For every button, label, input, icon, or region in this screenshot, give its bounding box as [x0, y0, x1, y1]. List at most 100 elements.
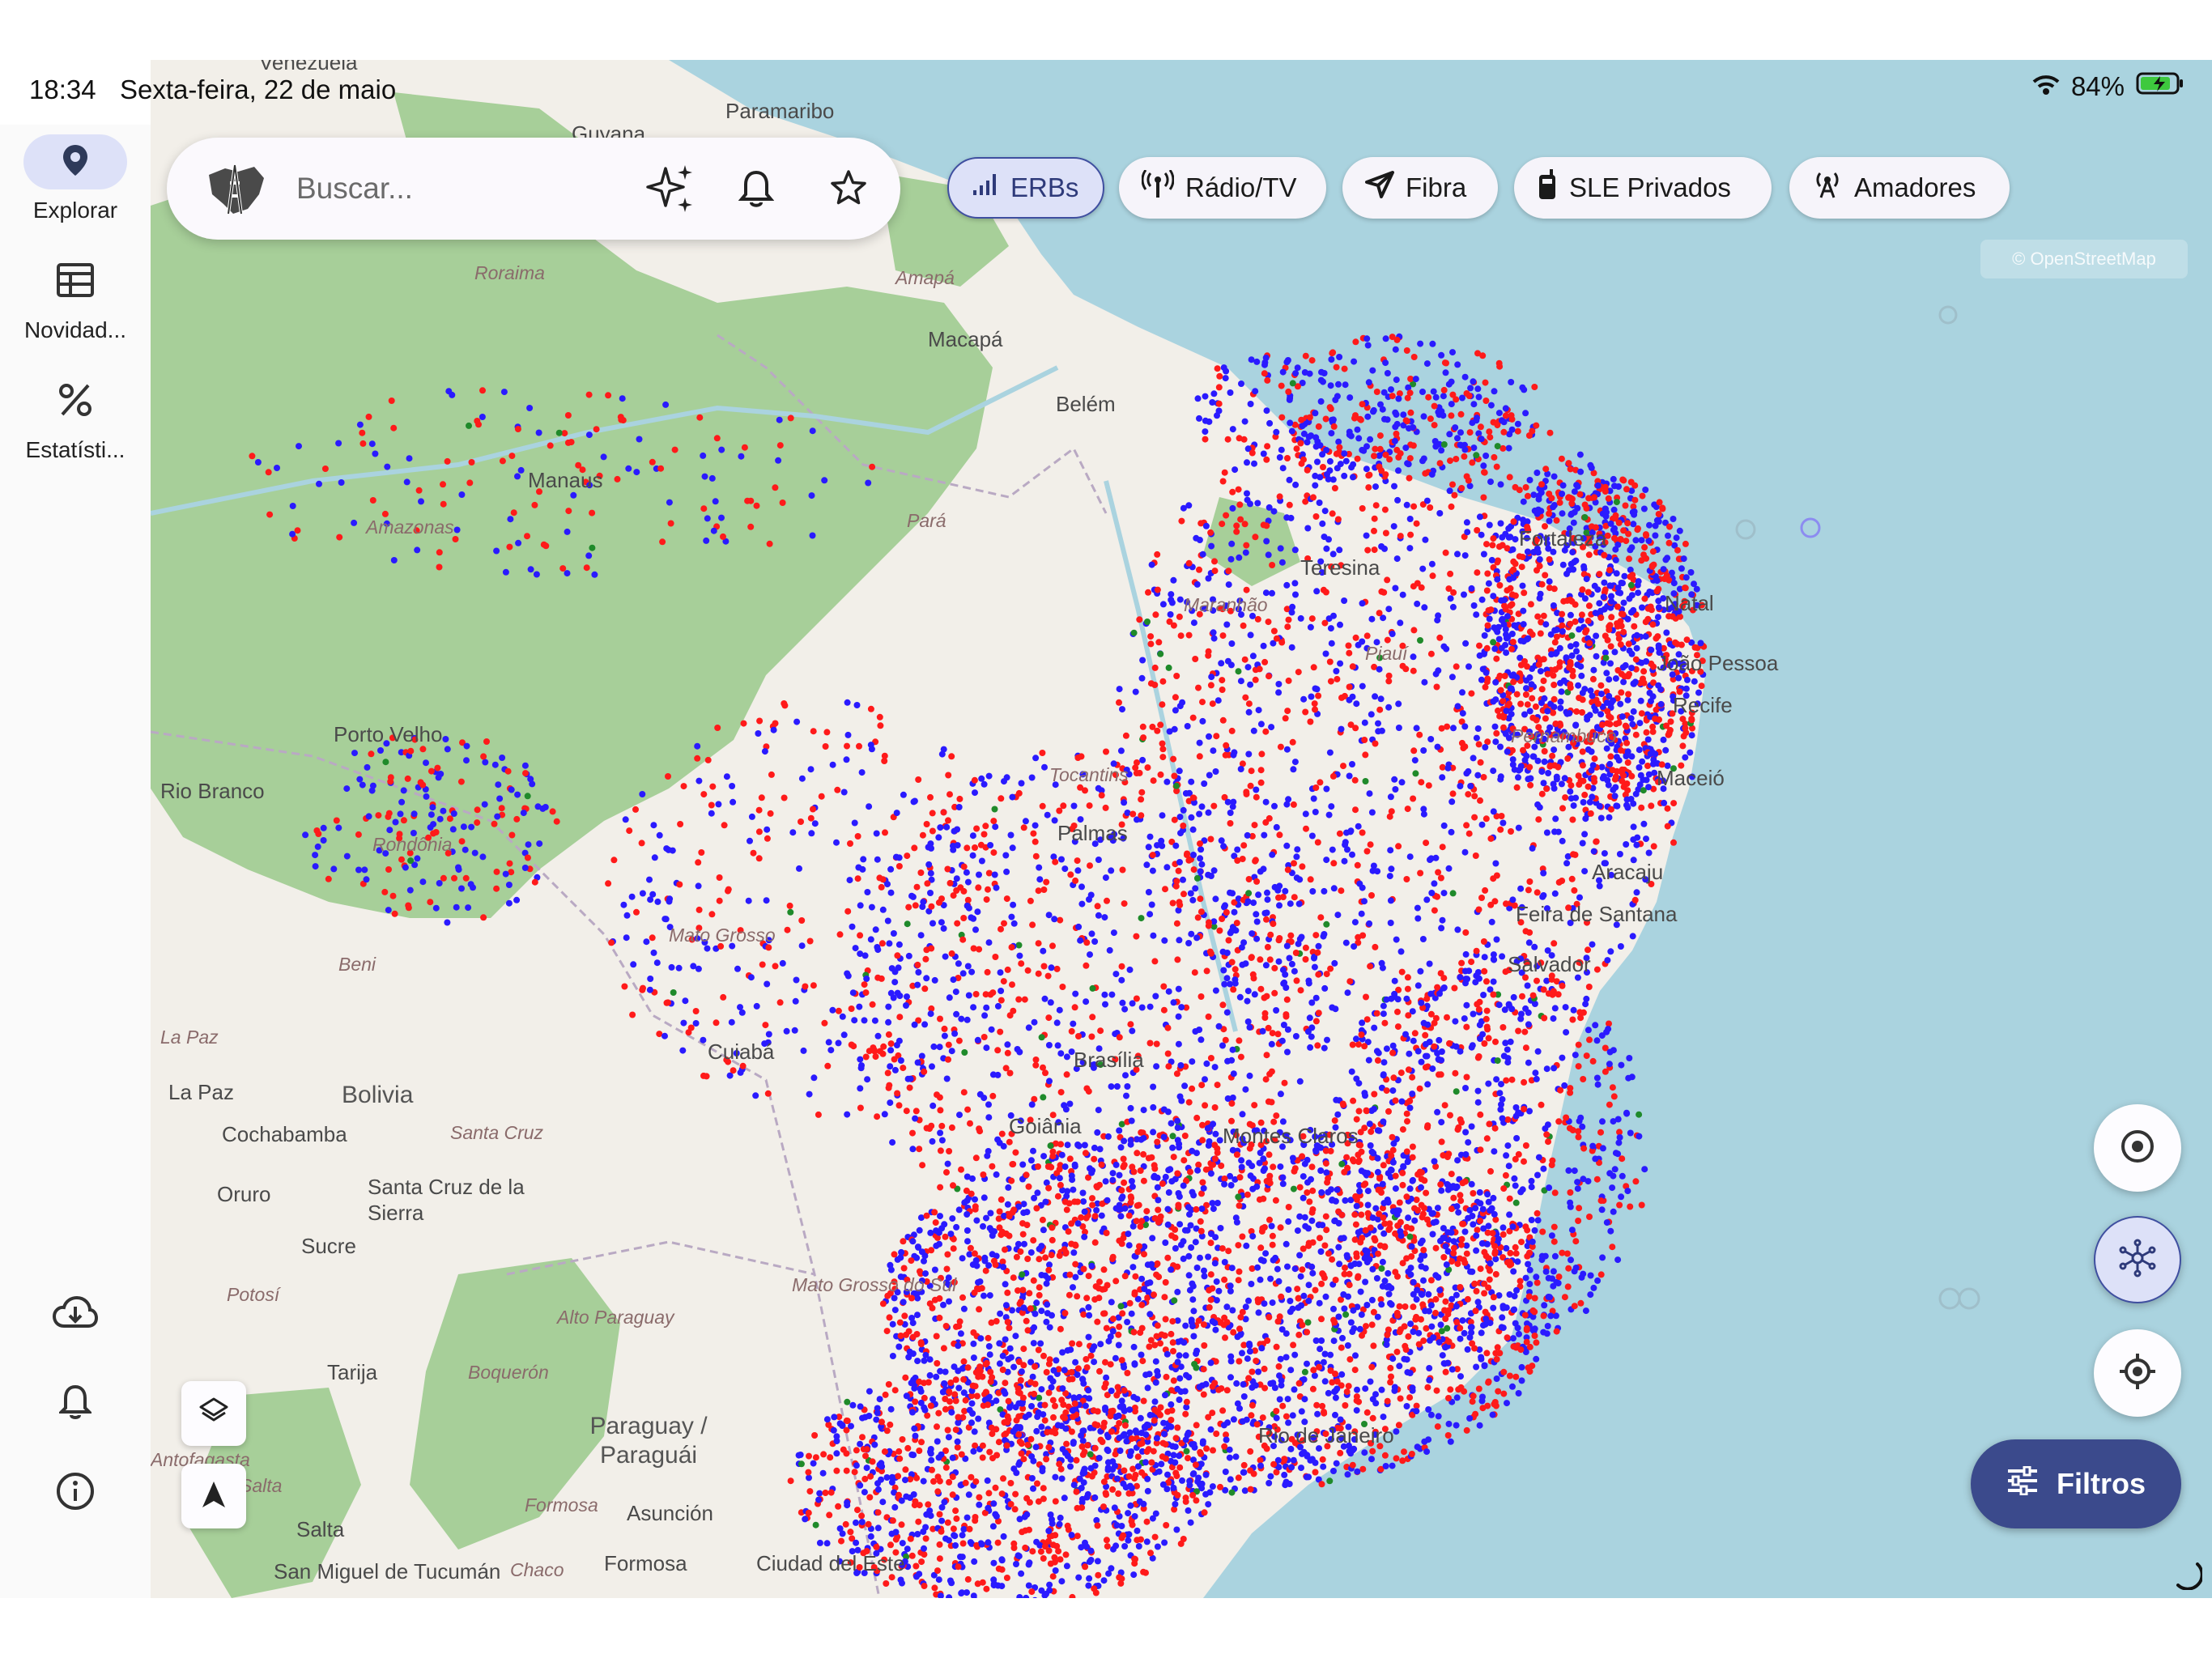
erb-marker[interactable] [1223, 512, 1230, 519]
erb-marker[interactable] [1121, 1387, 1128, 1394]
erb-marker[interactable] [1193, 1265, 1201, 1271]
erb-marker[interactable] [1229, 504, 1236, 512]
erb-marker[interactable] [1325, 811, 1333, 818]
erb-marker[interactable] [1633, 841, 1640, 848]
erb-marker[interactable] [1486, 521, 1493, 529]
erb-marker[interactable] [1332, 1387, 1339, 1394]
erb-marker[interactable] [1385, 704, 1393, 711]
erb-marker[interactable] [918, 1248, 925, 1256]
erb-marker[interactable] [1540, 678, 1547, 684]
erb-marker[interactable] [1501, 597, 1508, 604]
erb-marker[interactable] [1604, 708, 1611, 715]
erb-marker[interactable] [1259, 1414, 1266, 1422]
erb-marker[interactable] [1211, 558, 1218, 565]
erb-marker[interactable] [1449, 890, 1457, 897]
erb-marker[interactable] [1080, 1311, 1087, 1318]
erb-marker[interactable] [1237, 678, 1244, 685]
erb-marker[interactable] [901, 1312, 908, 1320]
erb-marker[interactable] [1428, 560, 1436, 568]
erb-marker[interactable] [1508, 631, 1516, 637]
erb-marker[interactable] [1388, 1373, 1394, 1380]
erb-marker[interactable] [1335, 1313, 1342, 1320]
erb-marker[interactable] [1222, 1469, 1229, 1475]
erb-marker[interactable] [1012, 1404, 1019, 1411]
erb-marker[interactable] [1480, 551, 1487, 558]
erb-marker[interactable] [1112, 1354, 1119, 1362]
erb-marker[interactable] [1177, 632, 1185, 640]
erb-marker[interactable] [1477, 423, 1484, 431]
erb-marker[interactable] [1174, 1424, 1181, 1431]
erb-marker[interactable] [1388, 808, 1395, 815]
erb-marker[interactable] [1504, 1400, 1510, 1407]
erb-marker[interactable] [1436, 510, 1444, 517]
erb-marker[interactable] [1493, 1375, 1500, 1382]
erb-marker[interactable] [960, 1358, 968, 1365]
erb-marker[interactable] [1520, 517, 1526, 524]
erb-marker[interactable] [1290, 801, 1297, 808]
erb-marker[interactable] [1213, 733, 1220, 740]
erb-marker[interactable] [1481, 650, 1487, 657]
erb-marker[interactable] [1673, 534, 1680, 542]
erb-marker[interactable] [1399, 1457, 1406, 1465]
erb-marker[interactable] [1347, 721, 1355, 729]
erb-marker[interactable] [1168, 1330, 1175, 1337]
erb-marker[interactable] [1079, 1375, 1087, 1383]
erb-marker[interactable] [1169, 1339, 1176, 1346]
erb-marker[interactable] [1551, 704, 1558, 711]
erb-marker[interactable] [1276, 454, 1283, 461]
erb-marker[interactable] [1359, 682, 1366, 690]
erb-marker[interactable] [1352, 1221, 1359, 1228]
erb-marker[interactable] [959, 1255, 966, 1262]
erb-marker[interactable] [1524, 663, 1530, 670]
erb-marker[interactable] [1233, 528, 1240, 535]
erb-marker[interactable] [1202, 1380, 1210, 1388]
erb-marker[interactable] [1295, 1331, 1303, 1338]
erb-marker[interactable] [1185, 940, 1193, 946]
erb-marker[interactable] [1606, 760, 1614, 767]
erb-marker[interactable] [1346, 1282, 1353, 1289]
erb-marker[interactable] [1192, 656, 1199, 662]
erb-marker[interactable] [1181, 1226, 1189, 1234]
erb-marker[interactable] [1235, 486, 1242, 493]
erb-marker[interactable] [1484, 622, 1491, 629]
erb-marker[interactable] [1562, 794, 1569, 801]
erb-marker[interactable] [1374, 1154, 1381, 1162]
erb-marker[interactable] [1277, 743, 1284, 750]
erb-marker[interactable] [1118, 1187, 1125, 1194]
erb-marker[interactable] [1476, 642, 1482, 649]
erb-marker[interactable] [1607, 714, 1614, 721]
erb-marker[interactable] [1353, 700, 1360, 708]
erb-marker[interactable] [1472, 852, 1479, 859]
erb-marker[interactable] [1249, 653, 1257, 660]
erb-marker[interactable] [1602, 483, 1609, 491]
erb-marker[interactable] [1463, 519, 1470, 526]
erb-marker[interactable] [1557, 679, 1563, 687]
erb-marker[interactable] [1420, 747, 1427, 754]
erb-marker[interactable] [1330, 860, 1338, 867]
erb-marker[interactable] [1391, 776, 1398, 783]
erb-marker[interactable] [1655, 682, 1662, 689]
erb-marker[interactable] [1176, 1397, 1183, 1403]
erb-marker[interactable] [1219, 1407, 1227, 1414]
erb-marker[interactable] [1144, 1384, 1151, 1392]
erb-marker[interactable] [1497, 687, 1504, 694]
erb-marker[interactable] [1284, 455, 1291, 461]
erb-marker[interactable] [1483, 587, 1491, 594]
erb-marker[interactable] [1107, 1413, 1114, 1420]
erb-marker[interactable] [1507, 602, 1514, 610]
erb-marker[interactable] [1572, 851, 1579, 858]
erb-marker[interactable] [1633, 644, 1640, 652]
erb-marker[interactable] [1288, 644, 1295, 651]
erb-marker[interactable] [1290, 1456, 1297, 1464]
erb-marker[interactable] [1558, 780, 1565, 788]
erb-marker[interactable] [1138, 789, 1146, 796]
erb-marker[interactable] [1393, 936, 1400, 943]
erb-marker[interactable] [1471, 1280, 1478, 1287]
erb-marker[interactable] [1604, 636, 1611, 644]
erb-marker[interactable] [1376, 665, 1383, 673]
erb-marker[interactable] [1282, 715, 1289, 722]
erb-marker[interactable] [891, 1251, 898, 1258]
erb-marker[interactable] [1396, 1363, 1403, 1370]
erb-marker[interactable] [1482, 669, 1490, 676]
erb-marker[interactable] [820, 1451, 827, 1458]
